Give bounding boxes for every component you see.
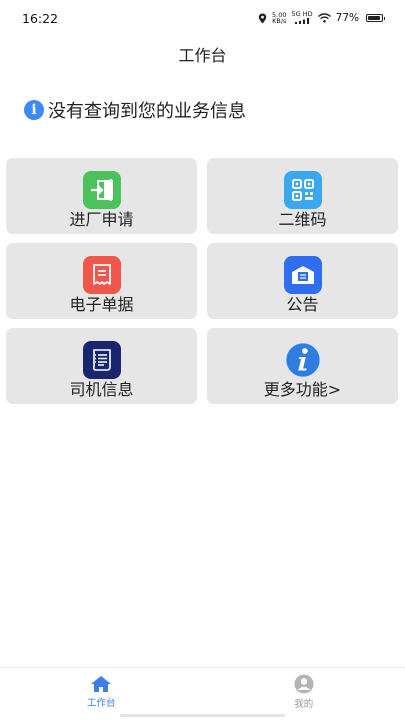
nav-item-mine[interactable]: 我的 (203, 668, 405, 720)
receipt-icon (82, 256, 121, 294)
nav-label-workbench: 工作台 (86, 698, 116, 709)
tile-more-functions[interactable]: 更多功能> (207, 328, 398, 404)
bottom-nav: 工作台 我的 (0, 667, 405, 720)
network-speed: 5.00 KB/s (272, 10, 287, 25)
notice-text: 没有查询到您的业务信息 (48, 101, 246, 122)
signal-icon (295, 17, 310, 24)
empty-notice: i 没有查询到您的业务信息 (24, 97, 246, 123)
function-grid: 进厂申请 二维码 电子单据 公告 司机信息 更多功能> (6, 158, 400, 404)
profile-icon (294, 674, 314, 694)
home-indicator[interactable] (120, 714, 285, 717)
enter-factory-icon (82, 171, 121, 209)
tile-qr-code[interactable]: 二维码 (207, 158, 398, 234)
tile-factory-entry-application[interactable]: 进厂申请 (6, 158, 197, 234)
tile-label: 司机信息 (69, 380, 134, 399)
tile-label: 二维码 (278, 210, 327, 229)
tile-label: 电子单据 (69, 295, 134, 314)
nav-label-mine: 我的 (294, 699, 314, 710)
tile-announcement[interactable]: 公告 (207, 243, 398, 319)
location-icon (258, 13, 267, 23)
home-icon (91, 676, 112, 692)
driver-info-icon (82, 341, 121, 379)
cellular-signal: 5G HD (292, 11, 313, 25)
page-title: 工作台 (178, 46, 227, 65)
info-icon: i (24, 100, 44, 120)
tile-label: 更多功能> (263, 380, 342, 399)
tile-driver-info[interactable]: 司机信息 (6, 328, 197, 404)
more-info-icon (283, 341, 322, 379)
tile-label: 公告 (286, 295, 319, 314)
status-time: 16:22 (22, 10, 59, 26)
battery-percent: 77% (335, 12, 359, 24)
tile-label: 进厂申请 (69, 210, 134, 229)
nav-item-workbench[interactable]: 工作台 (0, 668, 203, 720)
announcement-icon (283, 256, 322, 294)
wifi-icon (317, 13, 331, 23)
battery-icon (366, 14, 385, 22)
status-bar: 16:22 5.00 KB/s 5G HD 77% (0, 0, 405, 36)
status-icons: 5.00 KB/s 5G HD 77% (258, 10, 385, 25)
tile-electronic-receipts[interactable]: 电子单据 (6, 243, 197, 319)
qr-code-icon (283, 171, 322, 209)
